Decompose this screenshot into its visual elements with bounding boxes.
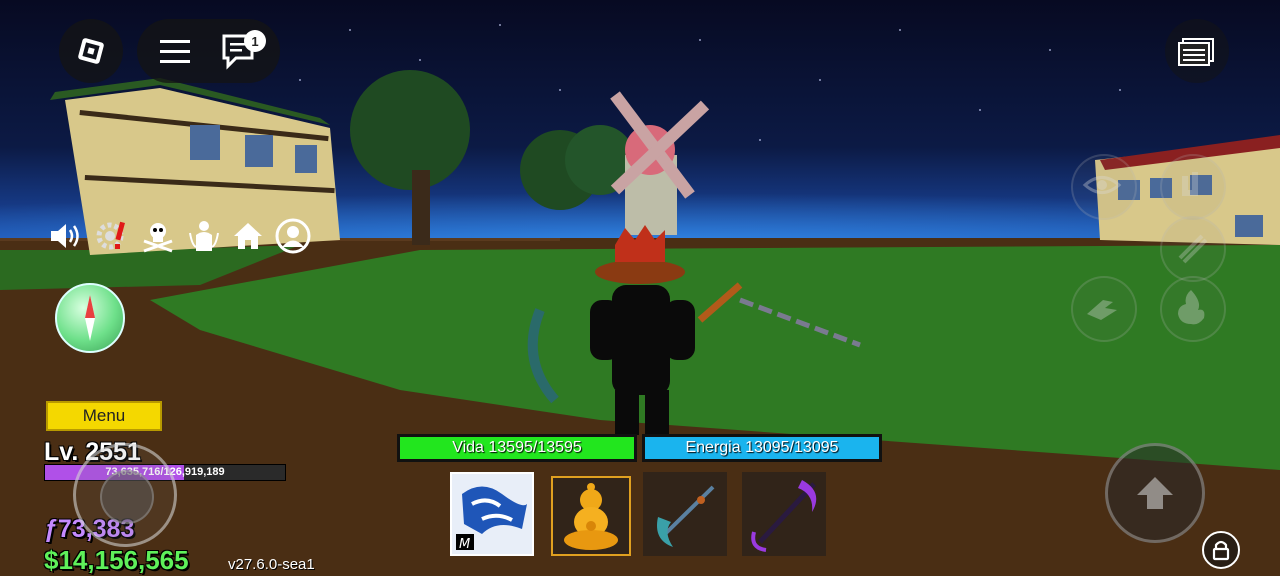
notification-count: 1 xyxy=(251,33,259,49)
compass-button[interactable] xyxy=(55,283,125,353)
menu-button[interactable]: Menu xyxy=(46,401,162,431)
settings-button[interactable] xyxy=(94,218,130,254)
hotbar-slot-4[interactable] xyxy=(742,472,826,556)
user-circle-icon xyxy=(275,218,311,254)
up-arrow-icon xyxy=(1137,477,1173,509)
aura-button[interactable] xyxy=(1160,276,1226,342)
svg-text:M: M xyxy=(459,537,470,552)
menu-label: Menu xyxy=(82,406,126,425)
hotbar-slot-3[interactable] xyxy=(643,472,727,556)
hotbar-slot-1[interactable]: M xyxy=(450,472,534,556)
health-text: Vida 13595/13595 xyxy=(452,439,582,456)
skill-button-2[interactable] xyxy=(1160,154,1226,220)
compass-needle-icon xyxy=(85,295,95,341)
roblox-menu-button[interactable] xyxy=(59,19,123,83)
purple-scythe-icon xyxy=(751,480,817,552)
crew-button[interactable] xyxy=(140,218,176,254)
jump-button[interactable] xyxy=(1105,443,1205,543)
health-bar: Vida 13595/13595 xyxy=(397,434,637,462)
energy-text: Energia 13095/13095 xyxy=(685,439,839,456)
home-button[interactable] xyxy=(230,218,266,254)
flame-icon xyxy=(1178,290,1205,325)
roblox-logo-icon xyxy=(77,37,105,65)
home-icon xyxy=(234,223,262,249)
profile-button[interactable] xyxy=(275,218,311,254)
slash-icon xyxy=(1178,234,1208,264)
dough-fruit-icon: M xyxy=(452,474,532,554)
skill-button-observation[interactable] xyxy=(1071,154,1137,220)
lock-icon xyxy=(1212,540,1230,561)
dash-button[interactable] xyxy=(1071,276,1137,342)
hamburger-menu-button[interactable] xyxy=(152,31,198,71)
joystick-thumb[interactable] xyxy=(100,470,154,524)
hamburger-icon xyxy=(160,40,190,63)
figure-icon xyxy=(189,221,219,251)
buddha-fruit-icon xyxy=(564,483,618,550)
dash-icon xyxy=(1087,300,1117,320)
eye-icon xyxy=(1082,176,1122,194)
money-label: $14,156,565 xyxy=(44,545,189,575)
skill-button-3[interactable] xyxy=(1160,216,1226,282)
speaker-icon xyxy=(51,224,79,248)
skull-crossbones-icon xyxy=(143,223,173,253)
window-list-icon xyxy=(1178,38,1214,66)
version-label: v27.6.0-sea1 xyxy=(228,556,315,573)
leaderboard-toggle-button[interactable] xyxy=(1165,19,1229,83)
scythe-icon xyxy=(657,485,715,547)
chat-notification-badge: 1 xyxy=(244,30,266,52)
hand-icon xyxy=(1182,172,1198,196)
sound-toggle-button[interactable] xyxy=(48,218,84,254)
shift-lock-button[interactable] xyxy=(1202,531,1240,569)
gear-alert-icon xyxy=(96,221,125,250)
movement-joystick[interactable] xyxy=(73,443,177,547)
chat-button[interactable]: 1 xyxy=(218,30,270,74)
energy-bar: Energia 13095/13095 xyxy=(642,434,882,462)
hotbar-slot-2[interactable] xyxy=(551,476,631,556)
titles-button[interactable] xyxy=(186,218,222,254)
